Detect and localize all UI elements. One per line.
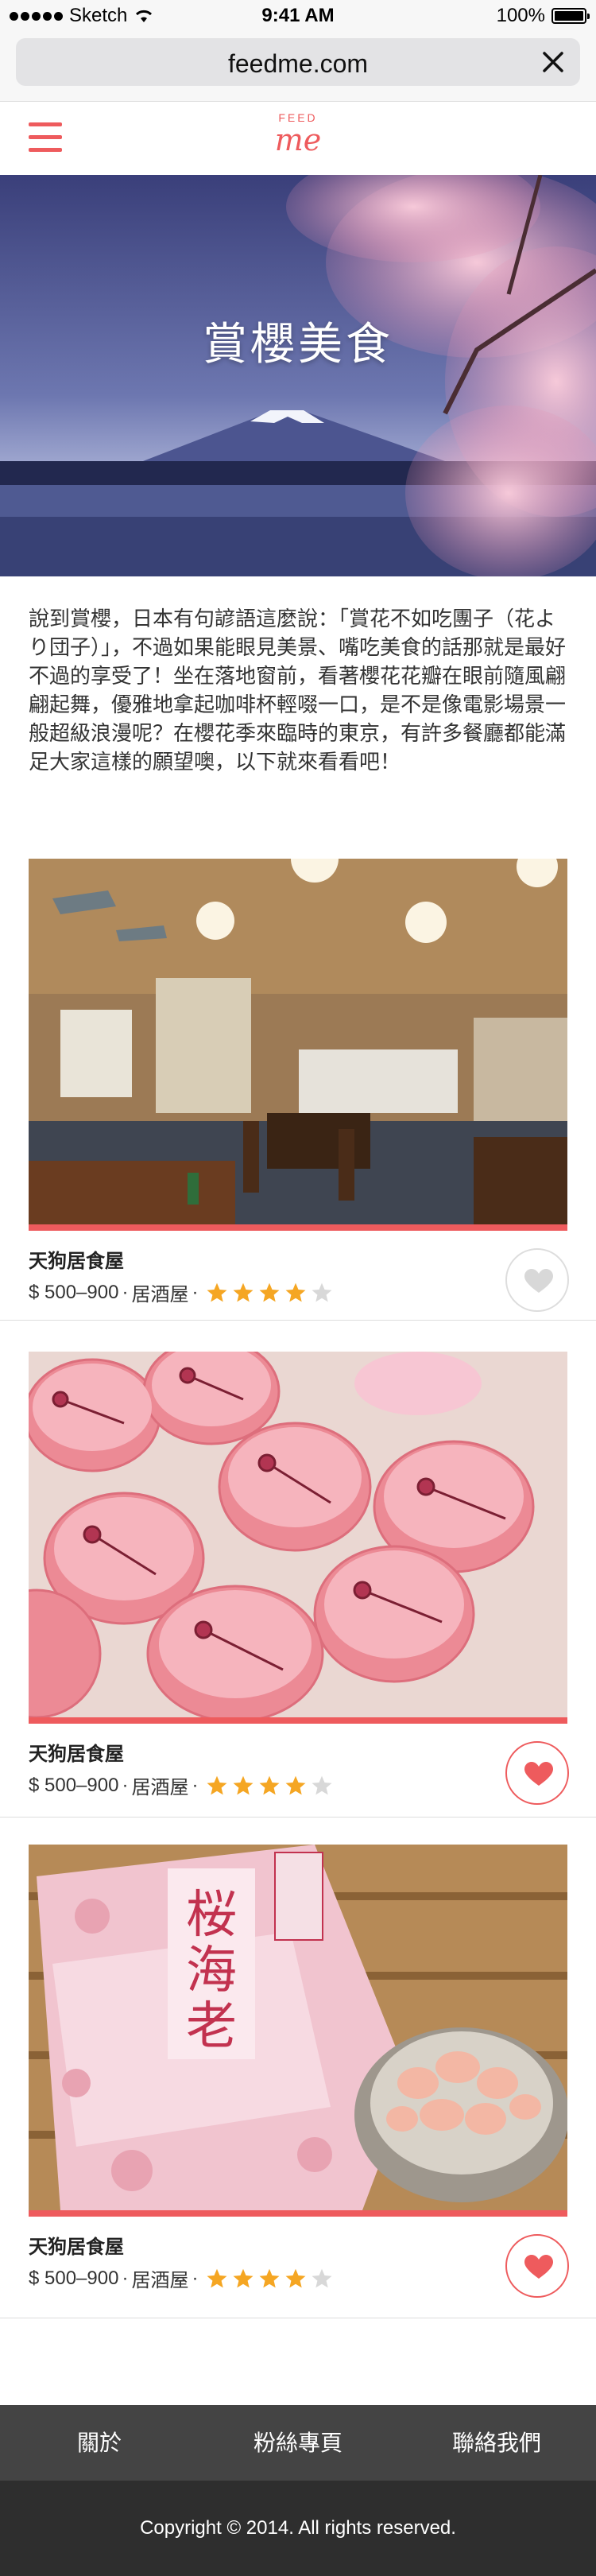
restaurant-meta: $ 500–900 · 居酒屋 ·	[29, 1278, 333, 1306]
battery-icon	[551, 8, 590, 24]
close-icon[interactable]	[540, 49, 566, 75]
star-filled-icon	[259, 1775, 280, 1794]
battery-percent: 100%	[496, 5, 545, 26]
star-empty-icon	[312, 2268, 332, 2287]
intro-paragraph: 說到賞櫻，日本有句諺語這麼說：「賞花不如吃團子（花より団子）」，不過如果能眼見美…	[29, 607, 567, 774]
svg-text:桜: 桜	[186, 1886, 237, 1945]
star-rating	[206, 2268, 333, 2290]
restaurant-category: 居酒屋	[131, 2270, 189, 2291]
feedme-logo[interactable]: FEED me	[258, 111, 338, 164]
meta-separator: ·	[192, 1281, 199, 1303]
restaurant-name[interactable]: 天狗居食屋	[29, 2231, 124, 2259]
footer-link-fanpage[interactable]: 粉絲專頁	[199, 2405, 397, 2481]
footer-nav: 關於 粉絲專頁 聯絡我們	[0, 2405, 596, 2481]
restaurant-meta: $ 500–900 · 居酒屋 ·	[29, 2264, 333, 2292]
hero-banner: 賞櫻美食	[0, 175, 596, 576]
svg-text:海: 海	[186, 1942, 237, 2000]
app-header: FEED me	[0, 102, 596, 175]
restaurant-interior-image	[29, 859, 567, 1224]
star-filled-icon	[285, 2268, 306, 2287]
meta-separator: ·	[192, 2267, 199, 2289]
favorite-button[interactable]	[505, 1248, 569, 1312]
restaurant-photo[interactable]: 桜 海 老	[29, 1845, 567, 2210]
star-filled-icon	[285, 1775, 306, 1794]
star-filled-icon	[233, 2268, 253, 2287]
footer-link-contact[interactable]: 聯絡我們	[397, 2405, 596, 2481]
price-range: $ 500–900	[29, 1774, 119, 1796]
hero-title: 賞櫻美食	[203, 319, 393, 369]
sakura-shrimp-snack-image: 桜 海 老	[29, 1845, 567, 2210]
price-range: $ 500–900	[29, 2267, 119, 2289]
card-accent-bar	[29, 1717, 567, 1724]
copyright-text: Copyright © 2014. All rights reserved.	[0, 2481, 596, 2576]
star-rating	[206, 1282, 333, 1304]
star-filled-icon	[207, 2268, 227, 2287]
card-divider	[0, 1817, 596, 1818]
star-filled-icon	[233, 1282, 253, 1302]
hero-image	[0, 175, 596, 576]
restaurant-name[interactable]: 天狗居食屋	[29, 1738, 124, 1766]
meta-separator: ·	[122, 1281, 129, 1303]
logo-me-text: me	[274, 122, 322, 157]
price-range: $ 500–900	[29, 1281, 119, 1303]
restaurant-meta: $ 500–900 · 居酒屋 ·	[29, 1771, 333, 1799]
star-filled-icon	[207, 1282, 227, 1302]
restaurant-name[interactable]: 天狗居食屋	[29, 1245, 124, 1273]
svg-text:老: 老	[186, 1997, 237, 2056]
meta-separator: ·	[122, 1774, 129, 1796]
hamburger-icon[interactable]	[29, 122, 62, 153]
address-bar[interactable]: feedme.com	[16, 38, 580, 86]
star-rating	[206, 1775, 333, 1797]
browser-toolbar: feedme.com	[0, 32, 596, 102]
star-filled-icon	[285, 1282, 306, 1302]
card-divider	[0, 1320, 596, 1321]
heart-icon	[524, 2255, 553, 2279]
macaron-image	[29, 1352, 567, 1717]
star-empty-icon	[312, 1282, 332, 1302]
star-empty-icon	[312, 1775, 332, 1794]
restaurant-photo[interactable]	[29, 1352, 567, 1717]
heart-icon	[524, 1762, 553, 1786]
restaurant-photo[interactable]	[29, 859, 567, 1224]
favorite-button[interactable]	[505, 1741, 569, 1805]
url-text[interactable]: feedme.com	[16, 49, 580, 79]
meta-separator: ·	[192, 1774, 199, 1796]
status-right: 100%	[496, 5, 590, 27]
favorite-button[interactable]	[505, 2234, 569, 2298]
status-bar: Sketch 9:41 AM 100%	[0, 0, 596, 32]
star-filled-icon	[259, 1282, 280, 1302]
star-filled-icon	[207, 1775, 227, 1794]
restaurant-category: 居酒屋	[131, 1777, 189, 1798]
heart-icon	[524, 1269, 553, 1293]
card-accent-bar	[29, 1224, 567, 1231]
card-accent-bar	[29, 2210, 567, 2217]
restaurant-category: 居酒屋	[131, 1284, 189, 1305]
meta-separator: ·	[122, 2267, 129, 2289]
footer-link-about[interactable]: 關於	[0, 2405, 199, 2481]
star-filled-icon	[233, 1775, 253, 1794]
star-filled-icon	[259, 2268, 280, 2287]
